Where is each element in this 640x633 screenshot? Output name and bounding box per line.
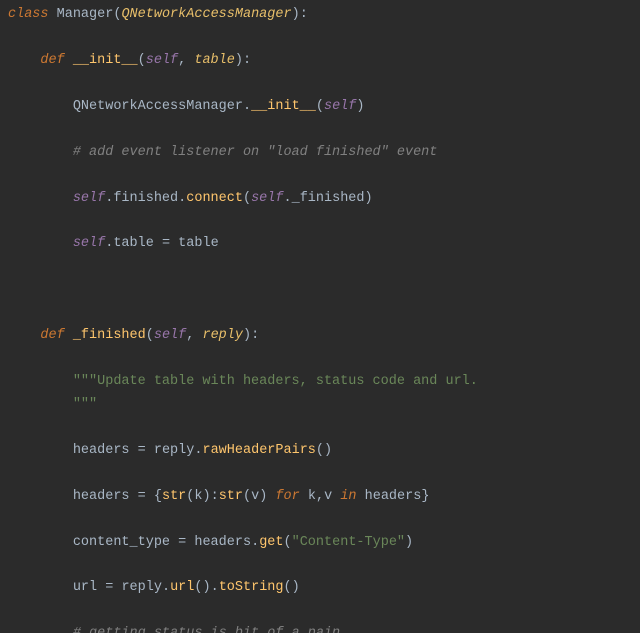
init-method: __init__: [73, 53, 138, 68]
param-self: self: [146, 53, 178, 68]
kw-class: class: [8, 7, 49, 22]
base-init-call: __init__: [251, 99, 316, 114]
kw-def: def: [40, 53, 64, 68]
get-call: get: [259, 535, 283, 550]
url-call: url: [170, 580, 194, 595]
url-var: url: [73, 580, 97, 595]
comment-event: # add event listener on "load finished" …: [73, 145, 438, 160]
base-init-obj: QNetworkAccessManager: [73, 99, 243, 114]
param-table: table: [194, 53, 235, 68]
content-type-str: "Content-Type": [292, 535, 405, 550]
comment-status: # getting status is bit of a pain: [73, 626, 340, 633]
content-type-var: content_type: [73, 535, 170, 550]
connect-call: connect: [186, 191, 243, 206]
tostring-call: toString: [219, 580, 284, 595]
table-rhs: table: [178, 236, 219, 251]
raw-header-call: rawHeaderPairs: [202, 443, 315, 458]
code-block: class Manager(QNetworkAccessManager): de…: [0, 0, 640, 633]
docstring: """Update table with headers, status cod…: [73, 374, 478, 389]
class-name: Manager: [57, 7, 114, 22]
base-class: QNetworkAccessManager: [121, 7, 291, 22]
headers-var: headers: [73, 443, 130, 458]
table-prop: table: [113, 236, 154, 251]
finished-prop: finished: [113, 191, 178, 206]
finished-cb: _finished: [292, 191, 365, 206]
param-reply: reply: [202, 328, 243, 343]
docstring-end: """: [73, 397, 97, 412]
finished-method: _finished: [73, 328, 146, 343]
